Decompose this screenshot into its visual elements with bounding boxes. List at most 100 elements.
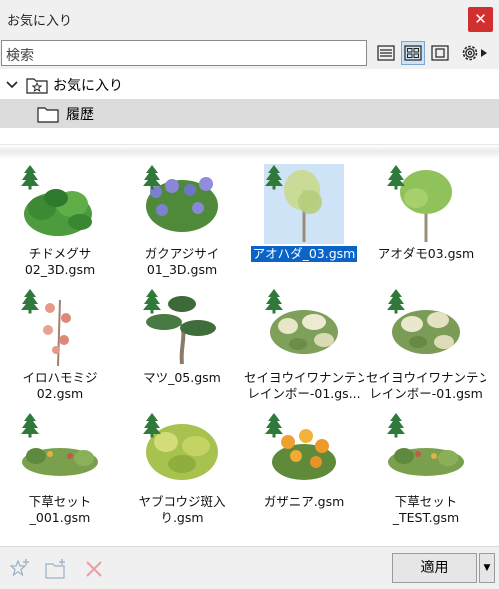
- delete-icon[interactable]: [82, 557, 106, 581]
- item-label-line1: 下草セット: [28, 494, 92, 509]
- large-icon-view-button[interactable]: [428, 41, 452, 65]
- caret-down-icon: ▼: [483, 563, 491, 573]
- item-label-line2: _TEST.gsm: [392, 510, 460, 525]
- item-label-line1: セイヨウイワナンテン: [244, 370, 364, 385]
- plant-thumbnail: [264, 288, 344, 368]
- plant-thumbnail: [386, 288, 466, 368]
- plant-thumbnail: [264, 164, 344, 244]
- item-label: セイヨウイワナンテン レインボー-01.gsm: [366, 370, 486, 402]
- tree-object-icon: [265, 165, 283, 190]
- item-label-line1: セイヨウイワナンテン: [366, 370, 486, 385]
- item-label-line2: レインボー-01.gs...: [247, 386, 361, 401]
- grid-item[interactable]: マツ_05.gsm: [122, 282, 242, 402]
- item-label-line1: イロハモミジ: [22, 370, 98, 385]
- tree-object-icon: [21, 413, 39, 438]
- search-toolbar: 検索: [0, 38, 499, 69]
- item-label: マツ_05.gsm: [122, 370, 242, 386]
- item-label: ガザニア.gsm: [244, 494, 364, 510]
- list-view-icon: [377, 45, 395, 61]
- settings-menu-button[interactable]: [456, 41, 492, 65]
- item-label-line2: _001.gsm: [29, 510, 91, 525]
- item-label-line2: 01_3D.gsm: [146, 262, 218, 277]
- plant-thumbnail: [20, 288, 100, 368]
- item-label: アオハダ_03.gsm: [244, 246, 364, 266]
- close-icon: ✕: [474, 10, 487, 28]
- tree-item-favorites[interactable]: お気に入り: [0, 70, 499, 99]
- item-label-line2: 02.gsm: [36, 386, 84, 401]
- new-folder-icon[interactable]: [44, 557, 68, 581]
- title-bar: お気に入り ✕: [0, 0, 499, 38]
- item-label-line1: ガクアジサイ: [144, 246, 220, 261]
- grid-item[interactable]: セイヨウイワナンテン レインボー-01.gs...: [244, 282, 364, 402]
- caret-right-icon: [481, 49, 487, 57]
- add-favorite-icon[interactable]: [8, 557, 32, 581]
- item-label-line1: ガザニア.gsm: [263, 494, 345, 509]
- tree-object-icon: [21, 289, 39, 314]
- item-label: イロハモミジ 02.gsm: [0, 370, 120, 402]
- plant-thumbnail: [20, 412, 100, 492]
- item-label: ガクアジサイ 01_3D.gsm: [122, 246, 242, 278]
- favorites-folder-icon: [26, 77, 48, 94]
- folder-tree: お気に入り 履歴: [0, 69, 499, 139]
- object-grid: チドメグサ 02_3D.gsm ガクアジサイ 01_3D.gsm アオハダ_03…: [0, 158, 499, 546]
- tree-item-label: お気に入り: [53, 77, 123, 94]
- plant-thumbnail: [386, 412, 466, 492]
- item-label: ヤブコウジ斑入 り.gsm: [122, 494, 242, 526]
- tree-object-icon: [21, 165, 39, 190]
- grid-item[interactable]: アオダモ03.gsm: [366, 158, 486, 278]
- item-label: 下草セット _001.gsm: [0, 494, 120, 526]
- tree-object-icon: [265, 289, 283, 314]
- grid-view-icon: [404, 45, 422, 61]
- plant-thumbnail: [142, 412, 222, 492]
- search-placeholder: 検索: [6, 48, 34, 64]
- grid-item[interactable]: イロハモミジ 02.gsm: [0, 282, 120, 402]
- list-view-button[interactable]: [374, 41, 398, 65]
- item-label-line1: ヤブコウジ斑入: [138, 494, 226, 509]
- grid-item[interactable]: アオハダ_03.gsm: [244, 158, 364, 278]
- plant-thumbnail: [20, 164, 100, 244]
- search-input[interactable]: 検索: [1, 40, 367, 66]
- tree-object-icon: [143, 165, 161, 190]
- plant-thumbnail: [142, 288, 222, 368]
- item-label: チドメグサ 02_3D.gsm: [0, 246, 120, 278]
- tree-object-icon: [387, 413, 405, 438]
- grid-item[interactable]: ガクアジサイ 01_3D.gsm: [122, 158, 242, 278]
- bottom-toolbar: 適用 ▼: [0, 546, 499, 589]
- item-label: セイヨウイワナンテン レインボー-01.gs...: [244, 370, 364, 402]
- item-label-line2: レインボー-01.gsm: [369, 386, 483, 401]
- grid-view-button[interactable]: [401, 41, 425, 65]
- grid-item[interactable]: 下草セット _001.gsm: [0, 406, 120, 526]
- tree-item-label: 履歴: [66, 106, 94, 123]
- grid-item[interactable]: ガザニア.gsm: [244, 406, 364, 526]
- apply-dropdown-button[interactable]: ▼: [479, 553, 495, 583]
- item-label: アオダモ03.gsm: [366, 246, 486, 262]
- grid-item[interactable]: セイヨウイワナンテン レインボー-01.gsm: [366, 282, 486, 402]
- tree-object-icon: [387, 289, 405, 314]
- item-label-line2: り.gsm: [160, 510, 204, 525]
- item-label-line2: 02_3D.gsm: [24, 262, 96, 277]
- gear-icon: [462, 45, 478, 61]
- tree-object-icon: [265, 413, 283, 438]
- plant-thumbnail: [264, 412, 344, 492]
- splitter[interactable]: [0, 144, 499, 159]
- tree-item-history[interactable]: 履歴: [0, 99, 499, 128]
- close-button[interactable]: ✕: [468, 7, 493, 32]
- apply-button[interactable]: 適用: [392, 553, 477, 583]
- plant-thumbnail: [386, 164, 466, 244]
- item-label-line1: チドメグサ: [28, 246, 92, 261]
- grid-item[interactable]: ヤブコウジ斑入 り.gsm: [122, 406, 242, 526]
- tree-object-icon: [387, 165, 405, 190]
- chevron-down-icon[interactable]: [6, 80, 18, 90]
- item-label: 下草セット _TEST.gsm: [366, 494, 486, 526]
- window-title: お気に入り: [7, 14, 73, 29]
- tree-object-icon: [143, 413, 161, 438]
- grid-item[interactable]: チドメグサ 02_3D.gsm: [0, 158, 120, 278]
- plant-thumbnail: [142, 164, 222, 244]
- item-label-line1: アオハダ_03.gsm: [250, 246, 358, 262]
- grid-item[interactable]: 下草セット _TEST.gsm: [366, 406, 486, 526]
- item-label-line1: マツ_05.gsm: [143, 370, 221, 385]
- large-icon-view-icon: [431, 45, 449, 61]
- folder-icon: [37, 106, 59, 123]
- item-label-line1: アオダモ03.gsm: [377, 246, 475, 261]
- tree-object-icon: [143, 289, 161, 314]
